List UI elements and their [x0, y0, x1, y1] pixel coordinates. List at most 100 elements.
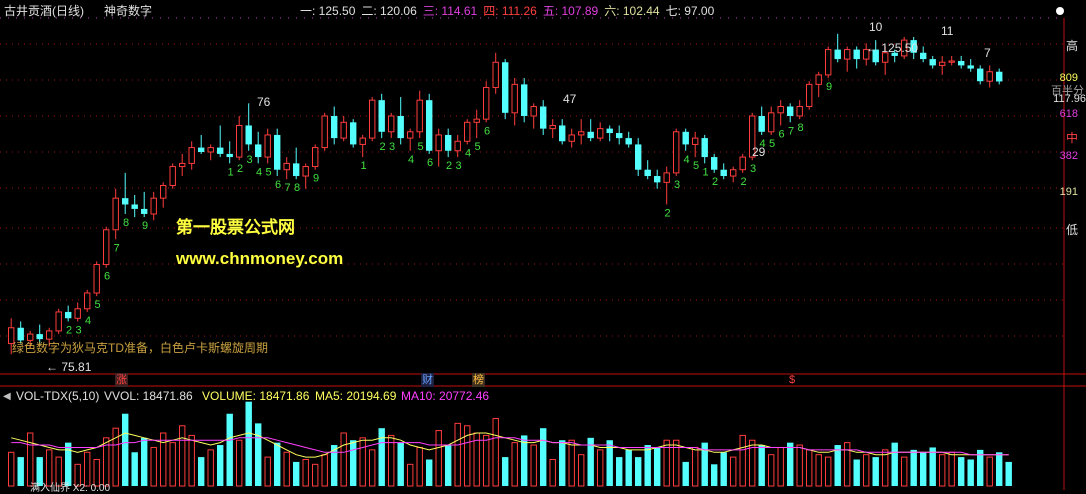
event-mark-dollar[interactable]: $: [789, 373, 795, 387]
volume-bar: [131, 452, 138, 486]
candle-body: [416, 99, 423, 133]
candle-body: [834, 49, 841, 60]
watermark-title: 第一股票公式网: [176, 218, 295, 237]
cycle-count: 29: [752, 145, 766, 159]
candle-body: [787, 106, 794, 116]
bottom-price-label: ← 75.81: [46, 360, 92, 374]
volume-bar: [568, 439, 575, 487]
volume-bar: [1005, 461, 1012, 486]
volume-bar: [530, 444, 537, 487]
volume-bar: [141, 437, 148, 486]
td-count-label: 2: [380, 141, 386, 153]
td-count-label: 6: [104, 271, 110, 283]
td-count-label: 2: [665, 207, 671, 219]
candle-body: [635, 144, 642, 170]
td-count-label: 9: [826, 81, 832, 93]
volume-bar: [312, 463, 319, 487]
volume-bar: [654, 447, 661, 486]
candle-body: [701, 138, 708, 158]
volume-bar: [245, 401, 252, 486]
ma5-value: MA5: 20194.69: [315, 389, 397, 403]
volume-bar: [758, 445, 765, 486]
volume-bar: [483, 434, 490, 487]
stock-chart-window: 2345678912345678912345623456234512234567…: [0, 0, 1086, 494]
td-count-label: 3: [389, 141, 395, 153]
volume-bar: [492, 418, 499, 487]
axis-382: 382: [1059, 150, 1078, 162]
candle-body: [825, 49, 832, 76]
volume-bar: [863, 454, 870, 487]
candle-body: [996, 71, 1003, 82]
candle-body: [122, 198, 129, 205]
td-count-label: 5: [418, 141, 424, 153]
volume-bar: [777, 446, 784, 487]
volume-bar: [872, 457, 879, 486]
candle-body: [682, 131, 689, 145]
candle-body: [511, 83, 518, 114]
volume-bar: [236, 439, 243, 487]
td-count-label: 8: [123, 217, 129, 229]
volume-bar: [160, 432, 167, 487]
candle-body: [112, 197, 119, 231]
event-mark-bang[interactable]: 榜: [472, 373, 485, 387]
indicator-name[interactable]: 神奇数字: [104, 4, 152, 18]
event-mark-cai[interactable]: 财: [421, 373, 434, 387]
volume-bar: [340, 432, 347, 487]
volume-bar: [321, 454, 328, 487]
td-count-label: 2: [237, 163, 243, 175]
candle-body: [464, 121, 471, 142]
volume-bar: [901, 456, 908, 487]
td-count-label: 9: [313, 173, 319, 185]
candle-body: [17, 327, 24, 341]
volume-bar: [369, 449, 376, 487]
stock-title[interactable]: 古井贡酒(日线): [4, 4, 84, 18]
td-count-label: 2: [741, 176, 747, 188]
volume-bar: [198, 457, 205, 486]
volume-bar: [226, 413, 233, 486]
candle-body: [597, 128, 604, 139]
watermark-url: www.chnmoney.com: [176, 249, 344, 268]
volume-bar: [188, 434, 195, 487]
vol-collapse-icon[interactable]: ◀: [3, 390, 11, 404]
td-count-label: 4: [85, 315, 91, 327]
candle-body: [587, 131, 594, 139]
volume-bar: [150, 446, 157, 487]
td-count-label: 7: [114, 242, 120, 254]
candle-body: [369, 99, 376, 139]
volume-bar: [625, 449, 632, 486]
candle-body: [530, 106, 537, 117]
volume-bar: [454, 422, 461, 487]
td-count-label: 4: [684, 154, 690, 166]
candle-body: [720, 169, 727, 177]
candle-body: [492, 61, 499, 89]
candle-body: [939, 61, 946, 66]
volume-bar: [977, 449, 984, 486]
volume-bar: [825, 456, 832, 487]
vol-indicator-name[interactable]: VOL-TDX(5,10): [16, 389, 99, 403]
candle-body: [283, 162, 290, 171]
volume-bar: [844, 442, 851, 487]
td-count-label: 3: [750, 163, 756, 175]
candle-body: [730, 169, 737, 177]
candlestick-chart[interactable]: 2 345678 91 234 56 7 8912 3456 2 3456234512 234 56 7…: [0, 0, 1086, 492]
volume-bar: [217, 445, 224, 486]
candle-body: [321, 115, 328, 149]
volume-bar: [122, 413, 129, 486]
cycle-count: 76: [257, 95, 271, 109]
volume-bar: [283, 451, 290, 487]
volume-bar: [293, 461, 300, 486]
candle-body: [407, 131, 414, 139]
candle-body: [84, 292, 91, 310]
volume-bar: [815, 454, 822, 487]
volume-value: VOLUME: 18471.86: [202, 389, 310, 403]
event-mark-zhang[interactable]: 涨: [115, 373, 128, 387]
candle-body: [502, 62, 509, 113]
settings-dot-icon[interactable]: [1056, 7, 1064, 15]
candle-body: [929, 59, 936, 66]
candle-body: [245, 125, 252, 145]
candle-body: [169, 166, 176, 187]
td-count-label: 1: [228, 166, 234, 178]
candle-body: [692, 137, 699, 145]
candle-body: [758, 115, 765, 132]
candle-body: [625, 138, 632, 145]
